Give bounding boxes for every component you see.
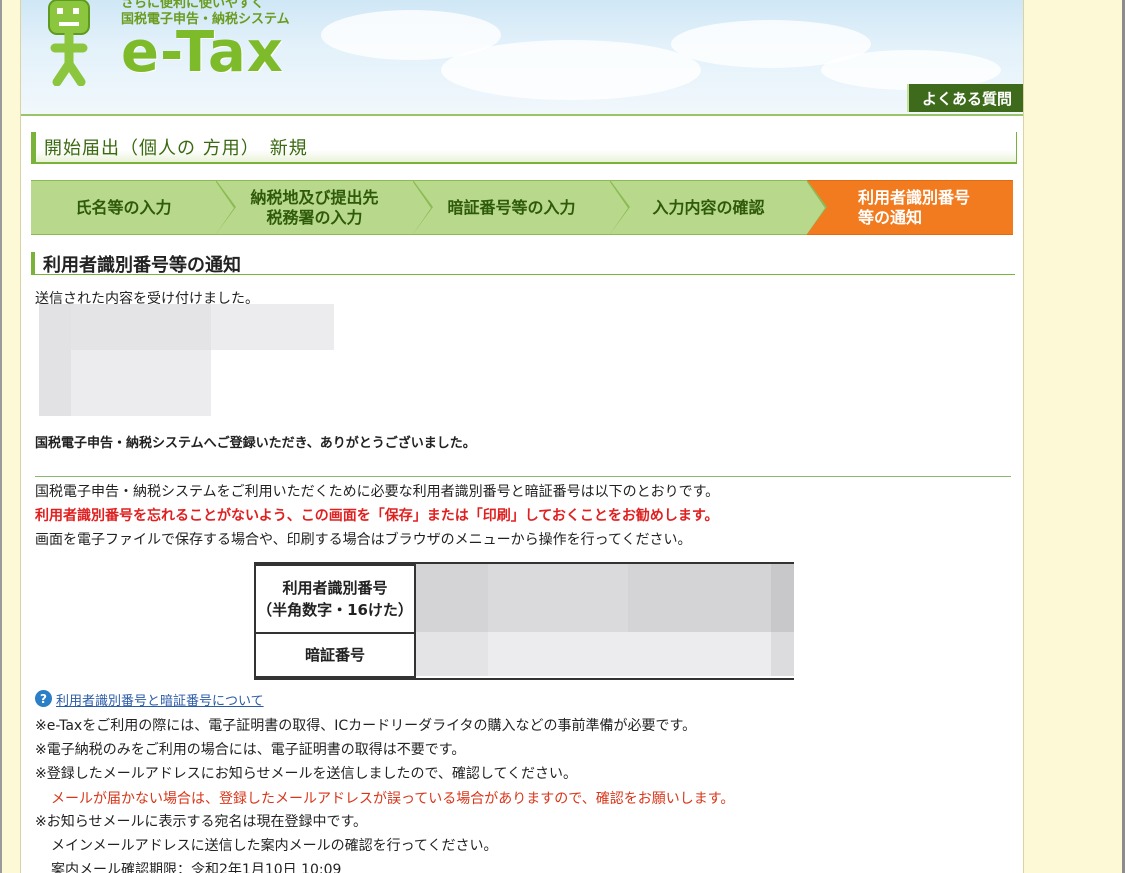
help-icon[interactable]: ? (35, 690, 52, 707)
note-3-warning: メールが届かない場合は、登録したメールアドレスが誤っている場合がありますので、確… (51, 791, 735, 807)
step-confirm: 入力内容の確認 (610, 180, 827, 235)
thanks-text: 国税電子申告・納税システムへご登録いただき、ありがとうございました。 (35, 436, 476, 451)
id-table: 利用者識別番号 （半角数字・16けた） 暗証番号 (254, 562, 794, 680)
note-4-detail: メインメールアドレスに送信した案内メールの確認を行ってください。 (51, 838, 498, 854)
pin-value-redacted (416, 632, 794, 676)
window-left-edge (0, 0, 2, 873)
page: さらに便利に使いやすく 国税電子申告・納税システム e-Tax よくある質問 開… (20, 0, 1024, 873)
redacted-personal-info (35, 304, 335, 416)
user-id-label: 利用者識別番号 （半角数字・16けた） (254, 564, 416, 634)
section-heading: 利用者識別番号等の通知 (31, 252, 1015, 276)
etax-logo[interactable]: e-Tax (121, 20, 284, 85)
note-4: ※お知らせメールに表示する宛名は現在登録中です。 (35, 814, 368, 830)
header-banner: さらに便利に使いやすく 国税電子申告・納税システム e-Tax よくある質問 (21, 0, 1023, 116)
note-2: ※電子納税のみをご利用の場合には、電子証明書の取得は不要です。 (35, 742, 466, 758)
pin-label: 暗証番号 (254, 634, 416, 678)
note-3: ※登録したメールアドレスにお知らせメールを送信しましたので、確認してください。 (35, 766, 578, 782)
help-link[interactable]: 利用者識別番号と暗証番号について (56, 690, 264, 709)
etax-mascot-icon (48, 0, 90, 86)
progress-steps: 氏名等の入力 納税地及び提出先 税務署の入力 暗証番号等の入力 入力内容の確認 利… (31, 180, 1013, 235)
page-title: 開始届出（個人の 方用） 新規 (44, 138, 308, 159)
faq-button[interactable]: よくある質問 (907, 84, 1023, 112)
note-4-deadline: 案内メール確認期限：令和2年1月10日 10:09 (51, 862, 342, 873)
save-note-text: 画面を電子ファイルで保存する場合や、印刷する場合はブラウザのメニューから操作を行… (35, 532, 692, 548)
step-name-input: 氏名等の入力 (31, 180, 236, 235)
user-id-value-redacted (416, 564, 794, 632)
save-warning-text: 利用者識別番号を忘れることがないよう、この画面を「保存」または「印刷」しておくこ… (35, 508, 719, 524)
page-title-bar: 開始届出（個人の 方用） 新規 (31, 132, 1017, 164)
step-pin-input: 暗証番号等の入力 (413, 180, 630, 235)
info-text: 国税電子申告・納税システムをご利用いただくために必要な利用者識別番号と暗証番号は… (35, 484, 720, 500)
divider (35, 476, 1011, 477)
step-notification-active: 利用者識別番号 等の通知 (807, 180, 1013, 235)
step-address-input: 納税地及び提出先 税務署の入力 (216, 180, 433, 235)
note-1: ※e-Taxをご利用の際には、電子証明書の取得、ICカードリーダライタの購入など… (35, 718, 697, 734)
